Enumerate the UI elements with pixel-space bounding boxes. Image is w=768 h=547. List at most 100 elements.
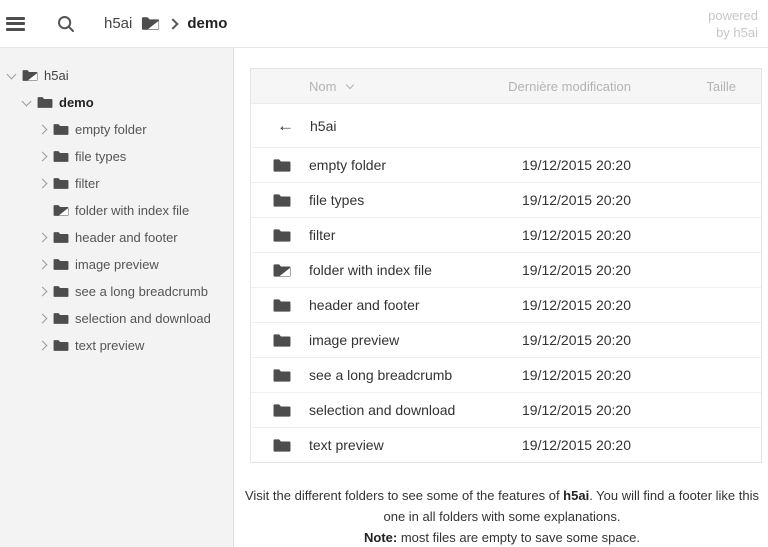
chevron-right-glyph [38, 314, 48, 324]
tree-item-text-preview[interactable]: text preview [0, 332, 233, 359]
chevron-right-icon [168, 18, 179, 29]
folder-icon [273, 298, 291, 313]
file-name-cell: empty folder [251, 157, 471, 173]
tree-list: h5ai demo empty folder file types filter fold… [0, 62, 233, 359]
file-name-cell: image preview [251, 332, 471, 348]
footer-note-bold-text: h5ai [563, 488, 589, 503]
footer-note-line1: Visit the different folders to see some … [238, 485, 766, 527]
file-name-label: empty folder [309, 157, 386, 173]
file-name-label: see a long breadcrumb [309, 367, 452, 383]
tree-item-filter[interactable]: filter [0, 170, 233, 197]
tree-item-h5ai[interactable]: h5ai [0, 62, 233, 89]
powered-by-link[interactable]: powered by h5ai [708, 7, 758, 41]
file-name-label: image preview [309, 332, 399, 348]
tree-item-label: demo [59, 95, 94, 110]
file-name-label: text preview [309, 437, 384, 453]
powered-by-line2: by h5ai [708, 24, 758, 41]
chevron-right-icon[interactable] [35, 153, 50, 160]
folder-icon [273, 403, 291, 418]
chevron-right-glyph [38, 125, 48, 135]
folder-page-icon [22, 69, 38, 82]
chevron-right-glyph [38, 260, 48, 270]
file-name-label: folder with index file [309, 262, 432, 278]
hamburger-icon[interactable] [6, 17, 25, 31]
parent-directory-row[interactable]: ← h5ai [251, 103, 761, 147]
tree-item-folder-with-index-file[interactable]: folder with index file [0, 197, 233, 224]
file-row-see-a-long-breadcrumb[interactable]: see a long breadcrumb 19/12/2015 20:20 [251, 357, 761, 392]
file-name-cell: see a long breadcrumb [251, 367, 471, 383]
parent-directory-label: h5ai [310, 118, 336, 134]
chevron-right-icon[interactable] [35, 342, 50, 349]
chevron-down-icon[interactable] [19, 101, 34, 105]
tree-item-label: filter [75, 176, 100, 191]
file-row-folder-with-index-file[interactable]: folder with index file19/12/2015 20:20 [251, 252, 761, 287]
chevron-down-glyph [7, 69, 17, 79]
folder-icon [37, 96, 53, 109]
tree-item-file-types[interactable]: file types [0, 143, 233, 170]
footer-note-bold-text: Note: [364, 530, 397, 545]
search-icon[interactable] [56, 14, 76, 34]
file-name-cell: header and footer [251, 297, 471, 313]
powered-by-line1: powered [708, 7, 758, 24]
file-modified-cell: 19/12/2015 20:20 [471, 157, 631, 173]
tree-item-image-preview[interactable]: image preview [0, 251, 233, 278]
file-modified-cell: 19/12/2015 20:20 [471, 192, 631, 208]
file-row-image-preview[interactable]: image preview19/12/2015 20:20 [251, 322, 761, 357]
content-area: Nom Dernière modification Taille ← h5ai … [234, 48, 768, 547]
sidebar-tree: h5ai demo empty folder file types filter fold… [0, 48, 234, 547]
file-row-filter[interactable]: filter 19/12/2015 20:20 [251, 217, 761, 252]
file-modified-cell: 19/12/2015 20:20 [471, 367, 631, 383]
folder-icon [53, 258, 69, 271]
chevron-right-icon[interactable] [35, 315, 50, 322]
chevron-right-icon[interactable] [35, 261, 50, 268]
tree-item-label: empty folder [75, 122, 147, 137]
file-modified-cell: 19/12/2015 20:20 [471, 437, 631, 453]
file-modified-cell: 19/12/2015 20:20 [471, 227, 631, 243]
file-row-text-preview[interactable]: text preview 19/12/2015 20:20 [251, 427, 761, 462]
column-header-modified[interactable]: Dernière modification [471, 79, 631, 94]
folder-icon [53, 123, 69, 136]
tree-item-selection-and-download[interactable]: selection and download [0, 305, 233, 332]
tree-item-demo[interactable]: demo [0, 89, 233, 116]
file-modified-cell: 19/12/2015 20:20 [471, 297, 631, 313]
chevron-right-icon[interactable] [35, 180, 50, 187]
tree-item-label: h5ai [44, 68, 69, 83]
breadcrumb-root[interactable]: h5ai [104, 15, 132, 32]
file-row-empty-folder[interactable]: empty folder 19/12/2015 20:20 [251, 147, 761, 182]
chevron-right-icon[interactable] [35, 234, 50, 241]
chevron-right-icon[interactable] [35, 126, 50, 133]
tree-item-label: text preview [75, 338, 144, 353]
column-header-size[interactable]: Taille [631, 79, 761, 94]
file-row-header-and-footer[interactable]: header and footer19/12/2015 20:20 [251, 287, 761, 322]
main-layout: h5ai demo empty folder file types filter fold… [0, 48, 768, 547]
folder-icon [53, 339, 69, 352]
column-header-name[interactable]: Nom [251, 79, 471, 94]
tree-item-see-a-long-breadcrumb[interactable]: see a long breadcrumb [0, 278, 233, 305]
table-header-row: Nom Dernière modification Taille [251, 69, 761, 103]
chevron-right-icon[interactable] [35, 288, 50, 295]
table-body: empty folder19/12/2015 20:20file types19… [251, 147, 761, 462]
chevron-right-glyph [38, 287, 48, 297]
chevron-right-glyph [38, 233, 48, 243]
breadcrumb-current[interactable]: demo [187, 15, 227, 32]
file-row-selection-and-download[interactable]: selection and download19/12/2015 20:20 [251, 392, 761, 427]
footer-note-text: most files are empty to save some space. [397, 530, 640, 545]
column-header-name-label: Nom [309, 79, 336, 94]
file-row-file-types[interactable]: file types19/12/2015 20:20 [251, 182, 761, 217]
folder-icon [53, 285, 69, 298]
tree-item-header-and-footer[interactable]: header and footer [0, 224, 233, 251]
hamburger-bar [6, 17, 25, 20]
file-name-cell: text preview [251, 437, 471, 453]
folder-page-icon [273, 263, 291, 278]
file-name-label: filter [309, 227, 335, 243]
folder-page-icon [141, 16, 160, 31]
chevron-down-icon[interactable] [4, 74, 19, 78]
tree-item-label: file types [75, 149, 126, 164]
footer-note: Visit the different folders to see some … [238, 485, 766, 547]
tree-item-empty-folder[interactable]: empty folder [0, 116, 233, 143]
chevron-down-icon [346, 80, 354, 88]
chevron-right-glyph [38, 152, 48, 162]
folder-icon [53, 231, 69, 244]
footer-note-text: Visit the different folders to see some … [245, 488, 563, 503]
tree-item-label: selection and download [75, 311, 211, 326]
